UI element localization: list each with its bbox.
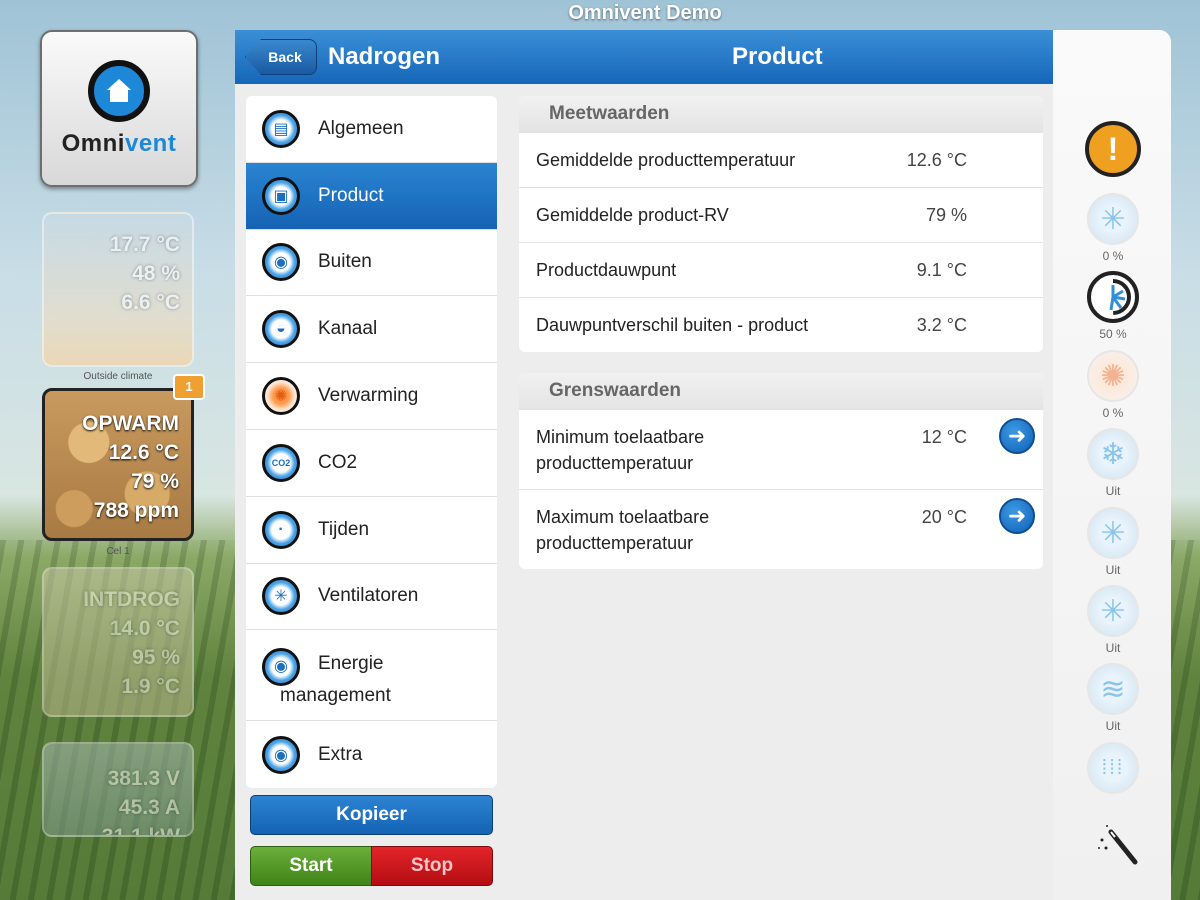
measurement-row: Productdauwpunt 9.1 °C (519, 242, 1043, 297)
fan-icon: ✳ (1087, 585, 1139, 637)
menu-item-energie-management[interactable]: ◉ Energie management (246, 630, 497, 722)
menu-item-label: Energie management (280, 653, 391, 707)
energy-tile[interactable]: 381.3 V 45.3 A 31.1 kW (42, 742, 194, 837)
heater-icon: ✺ (1087, 350, 1139, 402)
cel-1-status: OPWARM (82, 412, 179, 435)
cel-2-rh: 95 % (132, 646, 180, 669)
limit-row-min[interactable]: Minimum toelaatbare producttemperatuur 1… (519, 409, 1043, 489)
house-icon (88, 59, 150, 122)
copy-button[interactable]: Kopieer (250, 795, 493, 835)
section-header: Grenswaarden (519, 373, 1043, 409)
alert-count-badge: 1 (173, 374, 205, 400)
book-icon: ▤ (262, 109, 300, 148)
cel-2-status: INTDROG (83, 588, 180, 611)
cel-1-label: Cel 1 (106, 546, 130, 557)
extra-icon: ◉ (262, 735, 300, 774)
humidifier-label: Uit (1105, 719, 1121, 733)
app-title: Omnivent Demo (568, 2, 722, 24)
alert-icon[interactable]: ! (1085, 121, 1141, 177)
menu-item-product[interactable]: ▣ Product (246, 162, 497, 230)
measurements-section: Meetwaarden Gemiddelde producttemperatuu… (519, 96, 1043, 352)
cel-1-co2: 788 ppm (93, 499, 179, 522)
menu-item-label: Tijden (318, 518, 370, 540)
logo-text: Omnivent (61, 129, 177, 157)
cel-1-temp: 12.6 °C (108, 441, 179, 464)
cel-1-rh: 79 % (131, 470, 179, 493)
limit-row-max[interactable]: Maximum toelaatbare producttemperatuur 2… (519, 489, 1043, 569)
heater-label: 0 % (1102, 406, 1124, 420)
fan-2-label: 50 % (1099, 327, 1127, 341)
menu-item-label: CO2 (318, 451, 358, 473)
fan-icon: ✳ (1087, 193, 1139, 245)
cooling-label: Uit (1105, 484, 1121, 498)
start-button[interactable]: Start (250, 846, 372, 886)
fan-icon: ✳ (262, 577, 300, 616)
omnivent-logo-tile[interactable]: Omnivent (40, 30, 198, 187)
header-bar: Back Nadrogen Product (235, 30, 1053, 84)
menu-item-label: Algemeen (318, 117, 404, 139)
outside-climate-tile[interactable]: 17.7 °C 48 % 6.6 °C (42, 212, 194, 367)
channel-icon: ◒ (262, 310, 300, 349)
magic-wand-icon[interactable] (1090, 815, 1146, 871)
menu-item-algemeen[interactable]: ▤ Algemeen (246, 96, 497, 163)
energy-current: 45.3 A (118, 796, 180, 819)
climate-temp: 17.7 °C (109, 233, 180, 256)
fan-icon: ✳ (1087, 507, 1139, 559)
co2-icon: CO2 (262, 443, 300, 482)
menu-item-label: Kanaal (318, 318, 378, 340)
cel-1-tile[interactable]: OPWARM 12.6 °C 79 % 788 ppm (42, 388, 194, 541)
menu-item-co2[interactable]: CO2 CO2 (246, 430, 497, 497)
menu-item-label: Product (318, 184, 384, 206)
menu-item-label: Verwarming (318, 385, 419, 407)
arrow-right-icon[interactable]: ➜ (999, 498, 1035, 534)
section-header: Meetwaarden (519, 96, 1043, 132)
menu-item-label: Ventilatoren (318, 585, 419, 607)
climate-dew: 6.6 °C (121, 291, 180, 314)
fan-3-label: Uit (1105, 563, 1121, 577)
cel-2-tile[interactable]: INTDROG 14.0 °C 95 % 1.9 °C (42, 567, 194, 717)
measurement-row: Gemiddelde producttemperatuur 12.6 °C (519, 132, 1043, 187)
stop-button[interactable]: Stop (371, 846, 493, 886)
menu-item-buiten[interactable]: ◉ Buiten (246, 230, 497, 297)
cel-2-dew: 1.9 °C (121, 675, 180, 698)
clock-icon: · (262, 510, 300, 549)
menu-item-tijden[interactable]: · Tijden (246, 497, 497, 564)
cel-2-temp: 14.0 °C (109, 617, 180, 640)
product-icon: ▣ (262, 176, 300, 215)
arrow-right-icon[interactable]: ➜ (999, 418, 1035, 454)
limits-section: Grenswaarden Minimum toelaatbare product… (519, 373, 1043, 569)
page-title: Product (732, 43, 823, 70)
menu-item-label: Extra (318, 743, 363, 765)
fan-running-icon (1087, 271, 1139, 323)
sprinkler-icon: ⁞⁞⁞ (1087, 742, 1139, 794)
menu-item-extra[interactable]: ◉ Extra (246, 721, 497, 788)
outside-icon: ◉ (262, 243, 300, 282)
back-button[interactable]: Back (245, 39, 317, 75)
menu-item-ventilatoren[interactable]: ✳ Ventilatoren (246, 564, 497, 631)
settings-menu: ▤ Algemeen ▣ Product ◉ Buiten ◒ Kanaal ✺… (246, 96, 497, 789)
humidifier-icon: ≋ (1087, 663, 1139, 715)
measurement-row: Dauwpuntverschil buiten - product 3.2 °C (519, 297, 1043, 352)
section-title: Nadrogen (328, 43, 441, 70)
climate-rh: 48 % (132, 262, 180, 285)
fan-1-label: 0 % (1102, 249, 1124, 263)
fan-4-label: Uit (1105, 641, 1121, 655)
energy-voltage: 381.3 V (107, 767, 180, 790)
measurement-row: Gemiddelde product-RV 79 % (519, 187, 1043, 242)
outside-climate-label: Outside climate (83, 371, 153, 382)
menu-item-label: Buiten (318, 251, 372, 273)
menu-item-verwarming[interactable]: ✺ Verwarming (246, 363, 497, 430)
cooling-icon: ❄ (1087, 428, 1139, 480)
energy-power: 31.1 kW (101, 825, 180, 837)
heating-icon: ✺ (262, 377, 300, 416)
menu-item-kanaal[interactable]: ◒ Kanaal (246, 296, 497, 364)
